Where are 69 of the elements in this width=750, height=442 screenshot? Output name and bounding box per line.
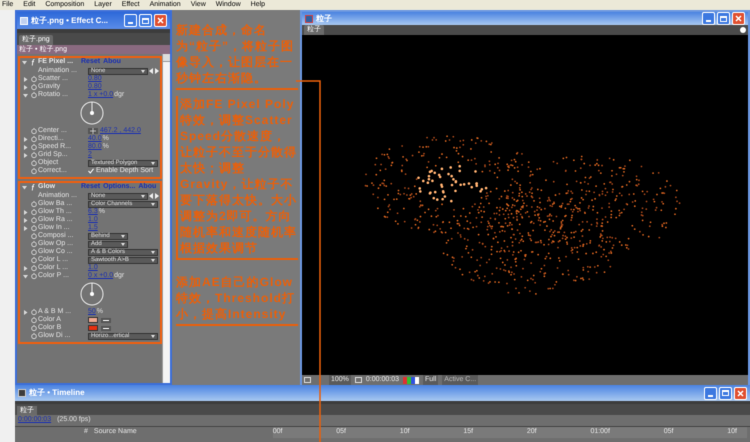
stopwatch-icon[interactable] bbox=[31, 136, 37, 142]
caret-icon bbox=[151, 202, 155, 206]
caret-icon bbox=[121, 242, 125, 246]
color-swatch[interactable] bbox=[88, 317, 98, 323]
close-icon bbox=[735, 15, 742, 22]
caret-icon bbox=[151, 258, 155, 262]
maximize-button[interactable] bbox=[717, 12, 730, 25]
window-title: 粒子.png • Effect C... bbox=[31, 14, 108, 26]
stopwatch-icon[interactable] bbox=[31, 128, 37, 134]
stopwatch-icon[interactable] bbox=[31, 168, 37, 174]
stopwatch-icon[interactable] bbox=[31, 233, 37, 239]
angle-dial-icon[interactable] bbox=[80, 101, 104, 125]
stopwatch-icon[interactable] bbox=[31, 84, 37, 90]
stopwatch-icon[interactable] bbox=[31, 273, 37, 279]
window-title: 粒子 bbox=[316, 12, 332, 24]
twirl-triangle-icon[interactable] bbox=[22, 310, 28, 314]
twirl-triangle-icon[interactable] bbox=[22, 185, 26, 190]
close-button[interactable] bbox=[734, 386, 747, 400]
color-swatch[interactable] bbox=[88, 325, 98, 331]
close-icon bbox=[737, 390, 744, 396]
crosshair-icon[interactable] bbox=[88, 128, 98, 134]
keyframe-nav-icon[interactable] bbox=[149, 68, 159, 74]
close-button[interactable] bbox=[732, 12, 745, 25]
stopwatch-icon[interactable] bbox=[31, 144, 37, 150]
stopwatch-icon[interactable] bbox=[31, 201, 37, 207]
minimize-button[interactable] bbox=[704, 386, 717, 400]
stopwatch-icon[interactable] bbox=[31, 217, 37, 223]
annotation-text: 添加AE自己的Glow特效，Threshold打小，提高Intensity bbox=[176, 274, 298, 326]
caret-icon bbox=[121, 234, 125, 238]
stopwatch-icon[interactable] bbox=[31, 257, 37, 263]
scrollbar[interactable] bbox=[162, 54, 170, 383]
stopwatch-icon[interactable] bbox=[31, 325, 37, 331]
minimize-button[interactable] bbox=[124, 14, 137, 27]
stopwatch-icon[interactable] bbox=[31, 152, 37, 158]
fx-icon bbox=[31, 184, 35, 191]
stopwatch-icon[interactable] bbox=[31, 160, 37, 166]
caret-icon bbox=[151, 250, 155, 254]
stopwatch-icon[interactable] bbox=[31, 76, 37, 82]
caret-icon bbox=[151, 334, 155, 338]
frame-icon[interactable] bbox=[304, 377, 311, 384]
stopwatch-icon[interactable] bbox=[31, 317, 37, 323]
stopwatch-icon[interactable] bbox=[31, 309, 37, 315]
stopwatch-icon[interactable] bbox=[31, 265, 37, 271]
caret-icon bbox=[151, 162, 155, 164]
angle-dial-icon[interactable] bbox=[80, 282, 104, 306]
caret-icon bbox=[141, 194, 145, 198]
minimize-button[interactable] bbox=[702, 12, 715, 25]
maximize-button[interactable] bbox=[719, 386, 732, 400]
stopwatch-icon[interactable] bbox=[31, 225, 37, 231]
maximize-button[interactable] bbox=[139, 14, 152, 27]
stopwatch-icon[interactable] bbox=[31, 333, 37, 339]
stopwatch-icon[interactable] bbox=[31, 92, 37, 98]
checkmark-icon bbox=[88, 168, 94, 174]
window-title: 粒子 • Timeline bbox=[29, 387, 85, 399]
caret-icon bbox=[141, 70, 145, 72]
grid-icon[interactable] bbox=[354, 377, 362, 384]
annotation-text: 添加FE Pixel Poly特效，调整Scatter Speed分散速度，让粒子不至于分散得太快；调整Gravity，让粒子不要下落得太快。大小调整为2即可。方向随机率和速度随机率根据效果调节 bbox=[176, 96, 298, 260]
twirl-triangle-icon[interactable] bbox=[22, 60, 26, 65]
timeline-icon bbox=[18, 389, 26, 397]
stopwatch-icon[interactable] bbox=[31, 209, 37, 215]
annotation-text: 新建合成，命名为“粒子”，将粒子图像导入，让图层在一秒钟左右渐隐。 bbox=[176, 22, 298, 90]
stopwatch-icon[interactable] bbox=[31, 249, 37, 255]
fx-icon bbox=[31, 59, 35, 66]
composition-icon bbox=[305, 14, 313, 22]
close-icon bbox=[157, 17, 164, 24]
app-icon bbox=[20, 16, 28, 24]
stopwatch-icon[interactable] bbox=[31, 241, 37, 247]
panel-menu-icon[interactable] bbox=[740, 27, 746, 33]
close-button[interactable] bbox=[154, 14, 167, 27]
